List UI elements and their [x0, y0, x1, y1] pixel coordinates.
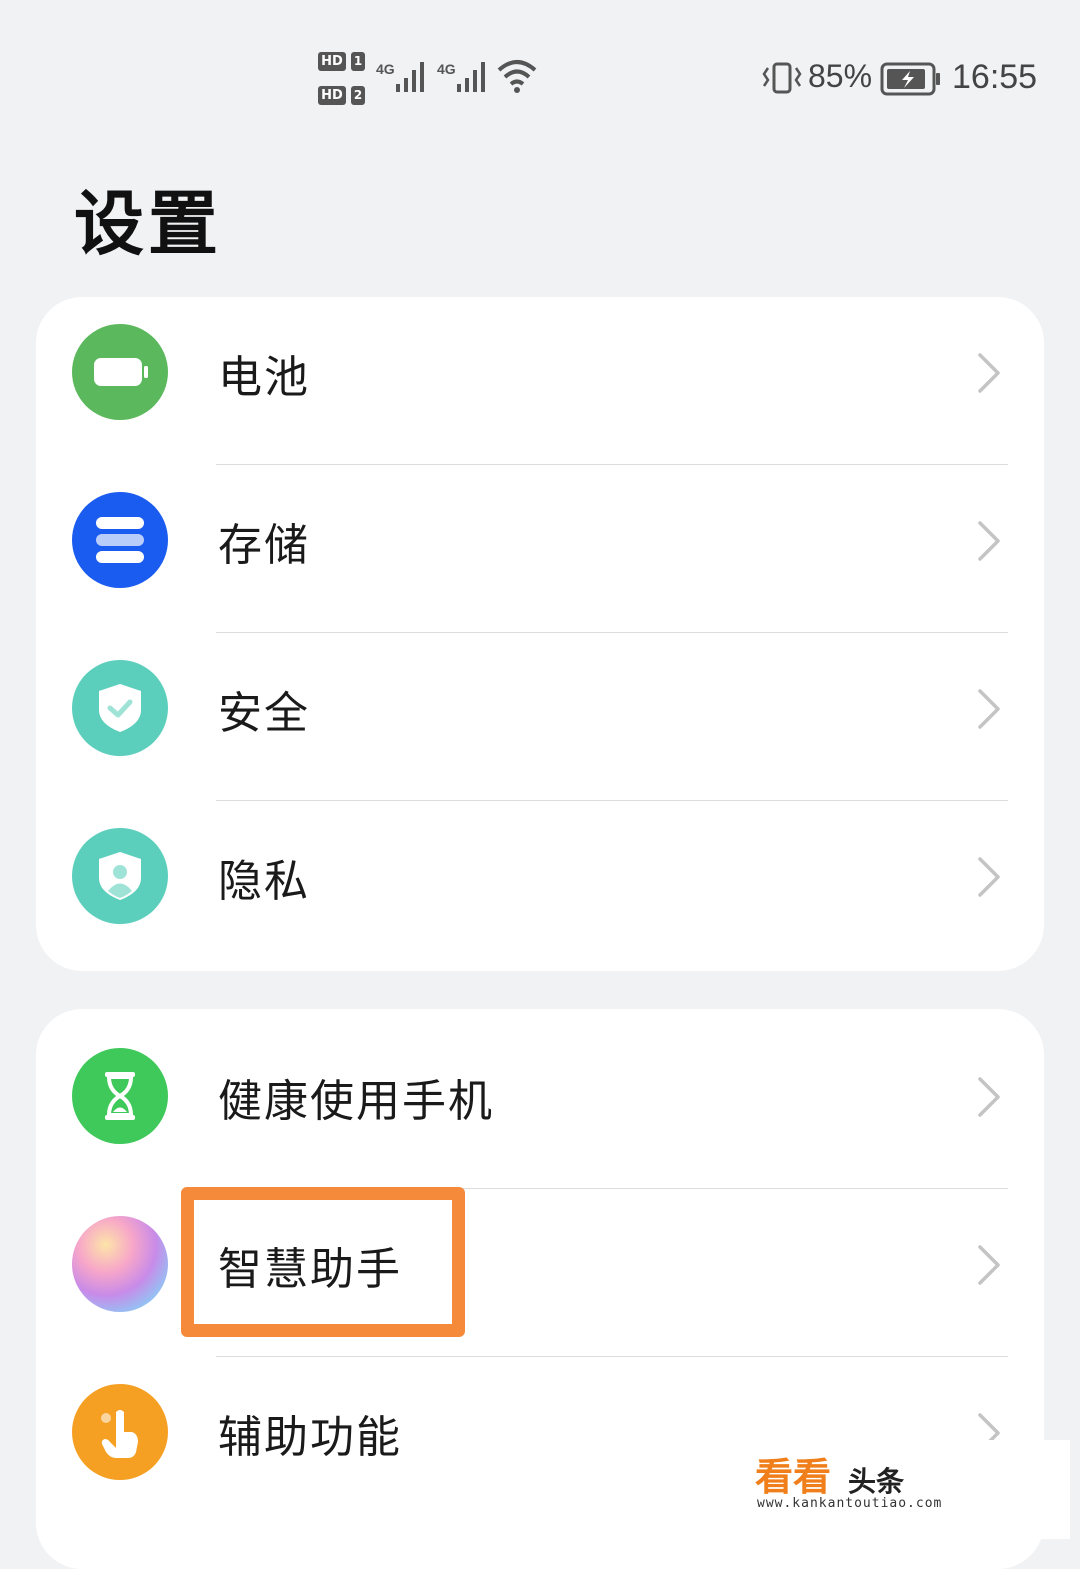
wifi-icon: [497, 58, 537, 98]
hourglass-icon: [72, 1048, 168, 1144]
signal-icon: 4G: [376, 58, 432, 98]
chevron-right-icon: [976, 520, 1002, 566]
settings-item-storage[interactable]: 存储: [36, 465, 1044, 633]
hd-badge: HD: [318, 86, 346, 105]
privacy-shield-icon: [72, 828, 168, 924]
battery-icon: [72, 324, 168, 420]
settings-item-label: 安全: [218, 688, 310, 739]
settings-item-security[interactable]: 安全: [36, 633, 1044, 801]
settings-group: 电池 存储 安全 隐私: [36, 297, 1044, 971]
settings-item-label: 健康使用手机: [218, 1076, 494, 1127]
clock: 16:55: [952, 58, 1038, 96]
settings-item-digital-balance[interactable]: 健康使用手机: [36, 1021, 1044, 1189]
status-bar: HD 1 HD 2 4G 4G 85% 16:55: [0, 0, 1080, 150]
chevron-right-icon: [976, 856, 1002, 902]
sim1-badge: 1: [351, 52, 365, 71]
watermark-brand-secondary: 头条: [848, 1465, 905, 1498]
touch-hand-icon: [72, 1384, 168, 1480]
chevron-right-icon: [976, 688, 1002, 734]
net-type-label: 4G: [437, 61, 456, 77]
vibrate-icon: [762, 60, 802, 100]
settings-item-label: 隐私: [218, 856, 310, 907]
settings-item-label: 存储: [218, 520, 310, 571]
watermark-url: www.kankantoutiao.com: [757, 1496, 943, 1511]
chevron-right-icon: [976, 1244, 1002, 1290]
signal-icon: 4G: [437, 58, 493, 98]
sim-indicators: HD 1 HD 2: [318, 52, 368, 108]
settings-item-privacy[interactable]: 隐私: [36, 801, 1044, 969]
battery-icon: [880, 62, 942, 100]
chevron-right-icon: [976, 1076, 1002, 1122]
storage-icon: [72, 492, 168, 588]
settings-item-label: 电池: [218, 352, 310, 403]
net-type-label: 4G: [376, 61, 395, 77]
sim2-badge: 2: [351, 86, 365, 105]
page-title: 设置: [74, 183, 222, 265]
hd-badge: HD: [318, 52, 346, 71]
battery-percent: 85%: [808, 58, 873, 94]
chevron-right-icon: [976, 352, 1002, 398]
settings-item-label: 辅助功能: [218, 1412, 402, 1463]
highlight-box: [181, 1187, 465, 1337]
shield-check-icon: [72, 660, 168, 756]
assistant-orb-icon: [72, 1216, 168, 1312]
settings-item-battery[interactable]: 电池: [36, 297, 1044, 465]
watermark-brand: 看看: [755, 1455, 832, 1499]
